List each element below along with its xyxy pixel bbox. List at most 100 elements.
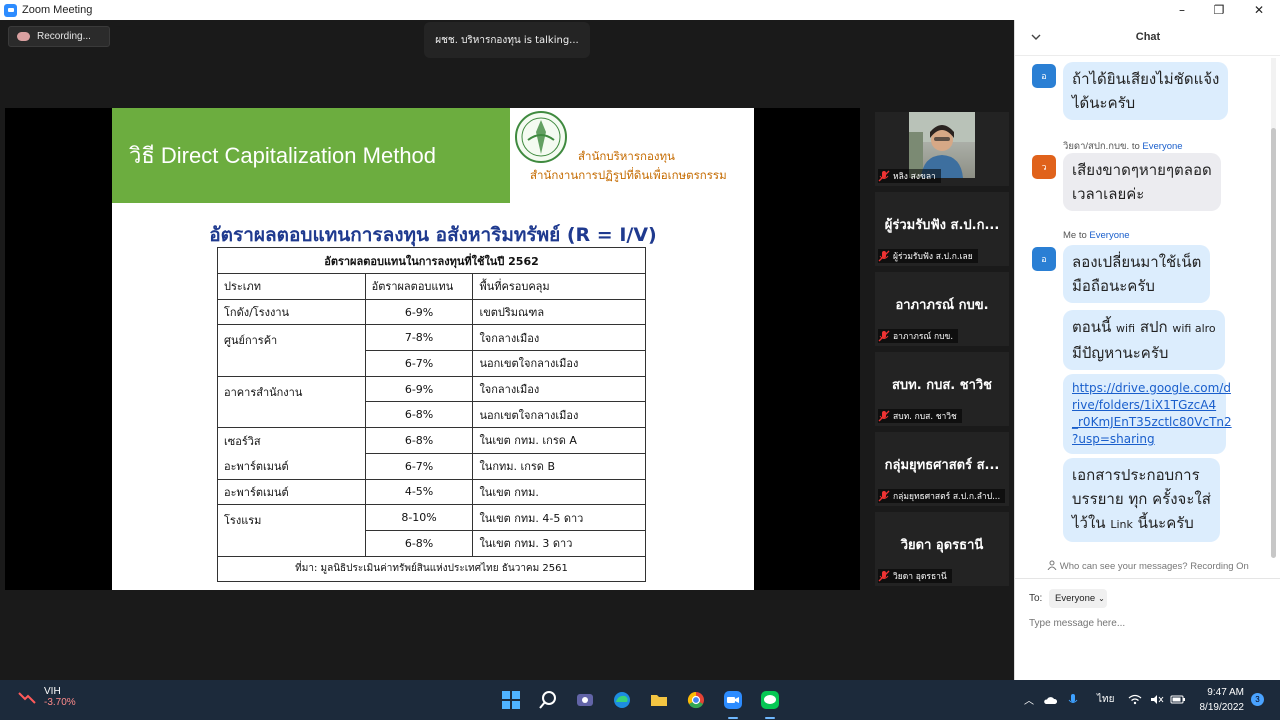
participant-tile[interactable]: หลิง สงขลา xyxy=(875,112,1009,186)
active-speaker-banner: ผชช. บริหารกองทุน is talking... xyxy=(424,22,590,58)
table-row: อาคารสำนักงาน 6-9% ใจกลางเมือง xyxy=(217,375,646,429)
table-cell: ในกทม. เกรด B xyxy=(472,452,646,480)
participant-tile[interactable]: อาภาภรณ์ กบข. อาภาภรณ์ กบข. xyxy=(875,272,1009,346)
chat-divider xyxy=(1015,578,1280,579)
zoom-taskbar-icon[interactable] xyxy=(721,688,745,712)
table-cell: ศูนย์การค้า xyxy=(217,324,366,377)
zoom-app: Zoom Meeting – ❐ ✕ Recording... ผชช. บริ… xyxy=(0,0,1280,720)
recording-cloud-icon xyxy=(17,32,30,41)
chat-message[interactable]: ตอนนี้ wifi สปก wifi alro มีปัญหานะครับ xyxy=(1063,310,1225,370)
link-line: rive/folders/1iX1TGzcA4 xyxy=(1072,398,1217,412)
mic-icon[interactable] xyxy=(1068,693,1078,707)
table-row: เซอร์วิส 6-8% ในเขต กทม. เกรด A xyxy=(217,427,646,454)
message-line: มีปัญหานะครับ xyxy=(1072,344,1169,362)
battery-icon[interactable] xyxy=(1170,694,1186,705)
wifi-icon[interactable] xyxy=(1128,694,1142,705)
column-header: ประเภท xyxy=(217,273,366,300)
edge-icon[interactable] xyxy=(610,688,634,712)
rates-table: อัตราผลตอบแทนในการลงทุนที่ใช้ในปี 2562 ป… xyxy=(217,247,646,583)
sender-name: วิยดา/สปก.กบข. xyxy=(1063,141,1130,152)
chat-message[interactable]: เอกสารประกอบการ บรรยาย ทุก ครั้งจะใส่ ไว… xyxy=(1063,458,1220,542)
message-text: Link xyxy=(1110,518,1133,531)
table-cell: ในเขต กทม. 3 ดาว xyxy=(472,529,646,557)
message-text: ตอนนี้ xyxy=(1072,318,1112,336)
table-cell: 6-8% xyxy=(364,427,474,454)
tray-chevron-icon[interactable]: ︿ xyxy=(1024,692,1034,707)
chrome-icon[interactable] xyxy=(684,688,708,712)
participant-label: หลิง สงขลา xyxy=(878,169,941,183)
onedrive-icon[interactable] xyxy=(1043,695,1057,705)
message-line: เอกสารประกอบการ xyxy=(1072,466,1200,484)
chat-app-icon[interactable] xyxy=(573,688,597,712)
message-line: ลองเปลี่ยนมาใช้เน็ต xyxy=(1072,253,1202,271)
chat-message[interactable]: ถ้าได้ยินเสียงไม่ชัดแจ้ง ได้นะครับ xyxy=(1063,62,1229,120)
maximize-button[interactable]: ❐ xyxy=(1199,0,1239,20)
recipient-name: Everyone xyxy=(1089,230,1130,241)
table-cell: 7-8% xyxy=(364,324,474,352)
table-cell: 8-10% xyxy=(364,504,474,531)
notification-badge[interactable]: 3 xyxy=(1251,693,1264,706)
recording-label: Recording... xyxy=(37,31,91,42)
chat-message[interactable]: เสียงขาดๆหายๆตลอด เวลาเลยค่ะ xyxy=(1063,153,1221,211)
participant-tile[interactable]: วิยดา อุดรธานี วิยดา อุดรธานี xyxy=(875,512,1009,586)
close-button[interactable]: ✕ xyxy=(1239,0,1279,20)
drive-link[interactable]: https://drive.google.com/d rive/folders/… xyxy=(1072,380,1232,448)
chat-message[interactable]: ลองเปลี่ยนมาใช้เน็ต มือถือนะครับ xyxy=(1063,245,1211,303)
participant-name: กลุ่มยุทธศาสตร์ ส.ป.ก.ลำป... xyxy=(893,492,1001,502)
table-cell: อะพาร์ตเมนต์ xyxy=(217,453,366,480)
line-app-icon[interactable] xyxy=(758,688,782,712)
chat-scrollbar[interactable] xyxy=(1271,58,1276,558)
message-line: ไว้ใน Link นี้นะครับ xyxy=(1072,511,1211,537)
system-clock[interactable]: 9:47 AM 8/19/2022 xyxy=(1192,685,1245,715)
participant-tile[interactable]: สบท. กบส. ชาวิช สบท. กบส. ชาวิช xyxy=(875,352,1009,426)
column-header: พื้นที่ครอบคลุม xyxy=(472,273,646,300)
scrollbar-thumb[interactable] xyxy=(1271,128,1276,558)
avatar: อ xyxy=(1032,247,1056,271)
slide-org-line1: สำนักบริหารกองทุน xyxy=(578,149,675,163)
slide-title: วิธี Direct Capitalization Method xyxy=(129,143,437,168)
search-icon[interactable] xyxy=(536,688,560,712)
chat-panel: Chat อ ถ้าได้ยินเสียงไม่ชัดแจ้ง ได้นะครั… xyxy=(1014,20,1280,680)
language-indicator[interactable]: ไทย xyxy=(1097,692,1114,707)
meeting-area: Recording... ผชช. บริหารกองทุน is talkin… xyxy=(0,20,1014,680)
participant-name: อาภาภรณ์ กบข. xyxy=(893,332,954,342)
taskbar: VIH -3.70% ︿ ไทย 9:47 AM 8/19/2022 3 xyxy=(0,680,1280,720)
chat-header: Chat xyxy=(1015,20,1280,56)
minimize-button[interactable]: – xyxy=(1162,0,1202,20)
muted-mic-icon xyxy=(878,570,890,582)
message-line: เวลาเลยค่ะ xyxy=(1072,185,1145,203)
privacy-note[interactable]: Who can see your messages? Recording On xyxy=(1015,560,1280,572)
message-sender: Me to Everyone xyxy=(1063,230,1130,241)
table-cell: นอกเขตใจกลางเมือง xyxy=(472,401,646,429)
participant-label: อาภาภรณ์ กบข. xyxy=(878,329,959,343)
sender-name: Me xyxy=(1063,230,1077,241)
zoom-logo-icon xyxy=(4,3,17,17)
message-line: ถ้าได้ยินเสียงไม่ชัดแจ้ง xyxy=(1072,70,1220,88)
participant-name: หลิง สงขลา xyxy=(893,172,936,182)
table-cell: 6-9% xyxy=(364,375,474,403)
speaker-muted-icon[interactable] xyxy=(1150,694,1164,705)
folder-icon[interactable] xyxy=(647,688,671,712)
participant-name: สบท. กบส. ชาวิช xyxy=(893,412,957,422)
chat-message-input[interactable] xyxy=(1029,614,1269,632)
table-cell: ใจกลางเมือง xyxy=(472,375,646,403)
table-cell: เซอร์วิส xyxy=(217,427,366,454)
recording-indicator[interactable]: Recording... xyxy=(8,26,110,47)
recipient-select[interactable]: Everyone ⌄ xyxy=(1049,589,1107,608)
participant-tile[interactable]: กลุ่มยุทธศาสตร์ ส... กลุ่มยุทธศาสตร์ ส.ป… xyxy=(875,432,1009,506)
chat-message[interactable]: https://drive.google.com/d rive/folders/… xyxy=(1063,374,1232,454)
active-app-indicator xyxy=(728,717,738,719)
privacy-note-text: Who can see your messages? Recording On xyxy=(1059,561,1249,572)
message-text: นี้นะครับ xyxy=(1137,514,1194,532)
muted-mic-icon xyxy=(878,490,890,502)
windows-start-icon[interactable] xyxy=(499,688,523,712)
stock-widget[interactable]: VIH -3.70% xyxy=(18,686,76,708)
table-row: ศูนย์การค้า 7-8% ใจกลางเมือง xyxy=(217,324,646,377)
table-cell: 6-7% xyxy=(364,452,474,480)
participant-name: ผู้ร่วมรับฟัง ส.ป.ก.เลย xyxy=(893,252,973,262)
table-cell: อะพาร์ตเมนต์ xyxy=(217,478,366,506)
stock-change: -3.70% xyxy=(44,697,76,708)
organization-seal-icon xyxy=(515,111,567,163)
title-bar: Zoom Meeting – ❐ ✕ xyxy=(0,0,1280,20)
participant-tile[interactable]: ผู้ร่วมรับฟัง ส.ป.ก... ผู้ร่วมรับฟัง ส.ป… xyxy=(875,192,1009,266)
